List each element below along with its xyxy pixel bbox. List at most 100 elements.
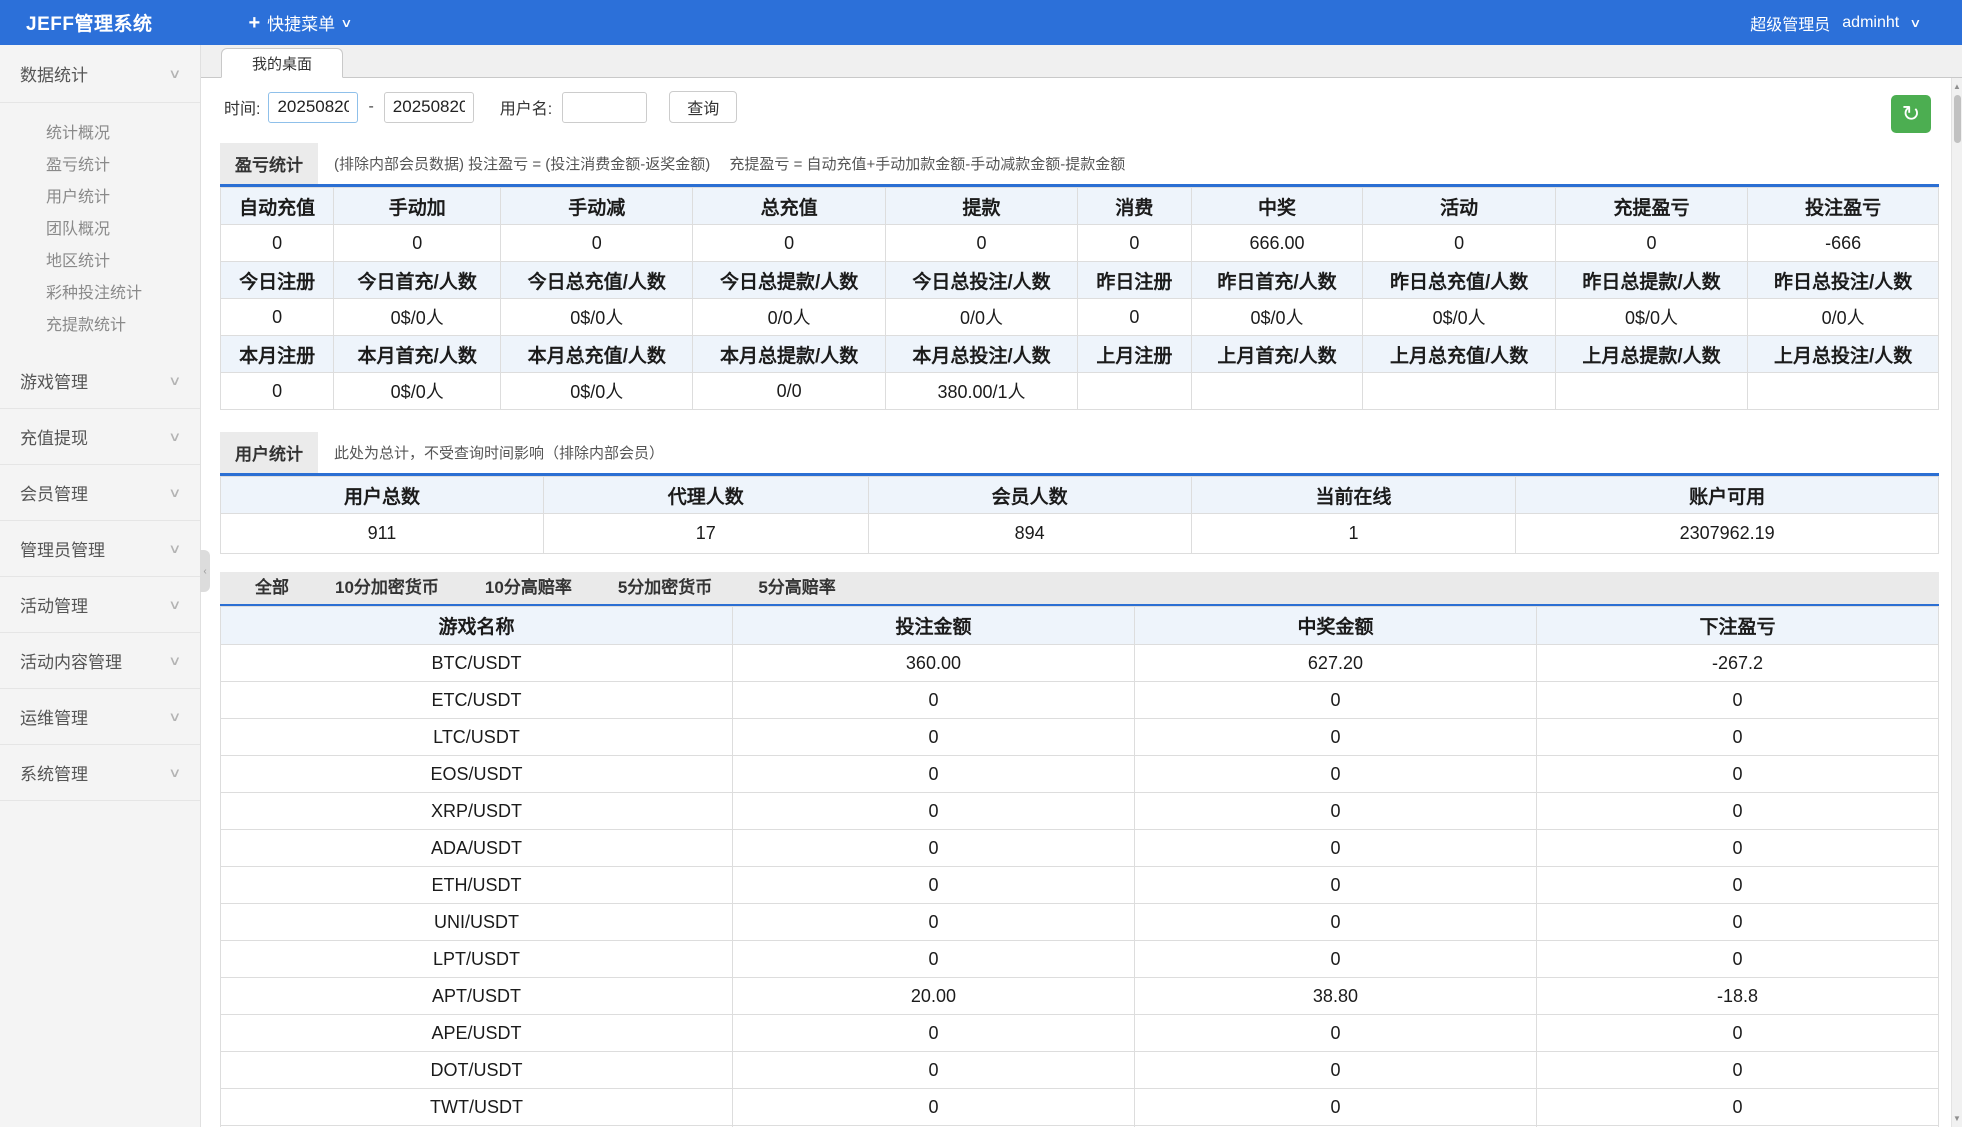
- sidebar-group-activity-content-mgmt[interactable]: 活动内容管理 ∨: [0, 633, 200, 689]
- query-button[interactable]: 查询: [669, 91, 737, 123]
- game-tab-10min-high-odds[interactable]: 10分高赔率: [462, 572, 595, 604]
- value-cell: 2307962.19: [1516, 514, 1939, 554]
- value-cell: XRP/USDT: [221, 793, 733, 830]
- table-row: 今日注册今日首充/人数今日总充值/人数今日总提款/人数今日总投注/人数昨日注册昨…: [221, 262, 1939, 299]
- sidebar-group-game-mgmt[interactable]: 游戏管理 ∨: [0, 353, 200, 409]
- value-cell: -18.8: [1536, 978, 1938, 1015]
- value-cell: 0: [885, 225, 1077, 262]
- sidebar-group-label: 数据统计: [20, 61, 88, 86]
- header-cell: 今日总充值/人数: [501, 262, 693, 299]
- value-cell: 360.00: [732, 645, 1134, 682]
- game-tab-5min-high-odds[interactable]: 5分高赔率: [735, 572, 858, 604]
- sidebar-collapse-handle[interactable]: ‹: [200, 550, 210, 592]
- user-section-header: 用户统计 此处为总计，不受查询时间影响（排除内部会员）: [220, 432, 1939, 476]
- user-section-note: 此处为总计，不受查询时间影响（排除内部会员）: [334, 442, 664, 463]
- value-cell: 0: [1134, 830, 1536, 867]
- header-cell: 手动减: [501, 188, 693, 225]
- vertical-scrollbar[interactable]: ▲ ▼: [1951, 78, 1962, 1127]
- header-cell: 消费: [1078, 188, 1191, 225]
- sidebar-item-region-stats[interactable]: 地区统计: [0, 243, 200, 275]
- value-cell: [1363, 373, 1555, 410]
- value-cell: [1555, 373, 1747, 410]
- plus-icon: +: [248, 13, 260, 33]
- quick-menu-label: 快捷菜单: [267, 10, 335, 35]
- value-cell: 0: [732, 867, 1134, 904]
- value-cell: 0: [1555, 225, 1747, 262]
- table-row: LPT/USDT000: [221, 941, 1939, 978]
- table-row: ETC/USDT000: [221, 682, 1939, 719]
- table-row: 9111789412307962.19: [221, 514, 1939, 554]
- header-cell: 总充值: [693, 188, 885, 225]
- value-cell: 0: [221, 225, 334, 262]
- sidebar-group-deposit-withdraw[interactable]: 充值提现 ∨: [0, 409, 200, 465]
- value-cell: 911: [221, 514, 544, 554]
- scroll-up-icon[interactable]: ▲: [1953, 78, 1961, 95]
- header-cell: 本月总提款/人数: [693, 336, 885, 373]
- filter-bar: 时间: - 用户名: 查询: [201, 78, 1962, 135]
- sidebar-group-data-stats[interactable]: 数据统计 ∨: [0, 45, 200, 103]
- value-cell: 0: [1536, 719, 1938, 756]
- sidebar-item-deposit-withdraw-stats[interactable]: 充提款统计: [0, 307, 200, 339]
- scroll-down-icon[interactable]: ▼: [1953, 1110, 1961, 1127]
- chevron-down-icon: ∨: [169, 67, 182, 80]
- sidebar-group-ops-mgmt[interactable]: 运维管理 ∨: [0, 689, 200, 745]
- value-cell: 0: [1536, 867, 1938, 904]
- value-cell: 0: [1134, 1015, 1536, 1052]
- header-cell: 用户总数: [221, 477, 544, 514]
- table-row: 00$/0人0$/0人0/0人0/0人00$/0人0$/0人0$/0人0/0人: [221, 299, 1939, 336]
- value-cell: EOS/USDT: [221, 756, 733, 793]
- table-row: LTC/USDT000: [221, 719, 1939, 756]
- sidebar-group-member-mgmt[interactable]: 会员管理 ∨: [0, 465, 200, 521]
- header-cell: 代理人数: [543, 477, 868, 514]
- game-tab-all[interactable]: 全部: [232, 572, 312, 604]
- header-cell: 投注盈亏: [1748, 188, 1939, 225]
- sidebar-group-system-mgmt[interactable]: 系统管理 ∨: [0, 745, 200, 801]
- value-cell: 0/0人: [885, 299, 1077, 336]
- bet-profit-header: 下注盈亏: [1536, 607, 1938, 645]
- scrollbar-thumb[interactable]: [1954, 95, 1961, 143]
- sidebar-item-stats-overview[interactable]: 统计概况: [0, 115, 200, 147]
- tab-my-desktop[interactable]: 我的桌面: [221, 48, 343, 78]
- value-cell: 0: [1536, 830, 1938, 867]
- header-cell: 提款: [885, 188, 1077, 225]
- game-table-header-row: 游戏名称 投注金额 中奖金额 下注盈亏: [221, 607, 1939, 645]
- value-cell: 0: [1536, 682, 1938, 719]
- value-cell: [1748, 373, 1939, 410]
- value-cell: 0: [732, 719, 1134, 756]
- header-cell: 昨日总充值/人数: [1363, 262, 1555, 299]
- time-label: 时间:: [224, 95, 260, 119]
- value-cell: DOT/USDT: [221, 1052, 733, 1089]
- value-cell: -666: [1748, 225, 1939, 262]
- quick-menu-button[interactable]: + 快捷菜单 ∨: [248, 10, 350, 35]
- chevron-down-icon: ∨: [169, 430, 182, 443]
- header-cell: 中奖: [1191, 188, 1363, 225]
- value-cell: 0: [221, 373, 334, 410]
- header-cell: 活动: [1363, 188, 1555, 225]
- value-cell: 0: [732, 1089, 1134, 1126]
- username-input[interactable]: [562, 92, 647, 123]
- value-cell: 0: [334, 225, 501, 262]
- chevron-down-icon: ∨: [169, 374, 182, 387]
- profit-section-title: 盈亏统计: [220, 143, 318, 184]
- date-to-input[interactable]: [384, 92, 474, 123]
- header-cell: 会员人数: [868, 477, 1191, 514]
- value-cell: 0$/0人: [1555, 299, 1747, 336]
- sidebar-group-admin-mgmt[interactable]: 管理员管理 ∨: [0, 521, 200, 577]
- value-cell: 0: [1536, 1052, 1938, 1089]
- user-menu[interactable]: 超级管理员 adminht ∨: [1750, 11, 1962, 35]
- game-tab-10min-crypto[interactable]: 10分加密货币: [312, 572, 462, 604]
- value-cell: 0: [732, 793, 1134, 830]
- value-cell: 0: [732, 904, 1134, 941]
- sidebar-item-team-overview[interactable]: 团队概况: [0, 211, 200, 243]
- sidebar-item-user-stats[interactable]: 用户统计: [0, 179, 200, 211]
- sidebar-item-lottery-bet-stats[interactable]: 彩种投注统计: [0, 275, 200, 307]
- value-cell: LTC/USDT: [221, 719, 733, 756]
- game-tab-5min-crypto[interactable]: 5分加密货币: [595, 572, 735, 604]
- refresh-button[interactable]: ↻: [1891, 95, 1931, 133]
- value-cell: APT/USDT: [221, 978, 733, 1015]
- sidebar-group-activity-mgmt[interactable]: 活动管理 ∨: [0, 577, 200, 633]
- value-cell: 0: [693, 225, 885, 262]
- sidebar-item-profit-stats[interactable]: 盈亏统计: [0, 147, 200, 179]
- tab-strip: 我的桌面: [201, 45, 1962, 78]
- date-from-input[interactable]: [268, 92, 358, 123]
